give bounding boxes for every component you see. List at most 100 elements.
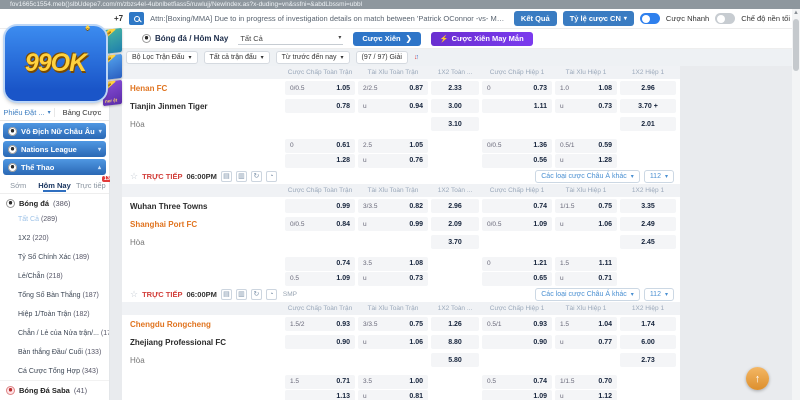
odds-cell[interactable]: u1.06 bbox=[358, 335, 428, 349]
odds-cell[interactable]: 0.90 bbox=[285, 335, 355, 349]
odds-cell[interactable]: 0.56 bbox=[482, 154, 552, 168]
sidebar-accordion-0[interactable]: Vô Địch Nữ Châu Âu▾ bbox=[3, 123, 106, 139]
odds-cell[interactable]: 0.78 bbox=[285, 99, 355, 113]
sort-odds-icon[interactable]: ↓↑ bbox=[414, 54, 417, 61]
odds-cell[interactable]: 0/0.50.84 bbox=[285, 217, 355, 231]
bet-board-tab[interactable]: Bảng Cược bbox=[55, 108, 109, 117]
odds-cell[interactable]: 0/0.51.36 bbox=[482, 139, 552, 153]
refresh-icon[interactable]: ↻ bbox=[251, 171, 262, 182]
market-list-item-2[interactable]: Tỷ Số Chính Xác (189) bbox=[0, 248, 109, 267]
odds-cell[interactable]: 1.51.04 bbox=[555, 317, 617, 331]
odds-cell[interactable]: 8.80 bbox=[431, 335, 479, 349]
refresh-icon[interactable]: ↻ bbox=[251, 289, 262, 300]
odds-cell[interactable]: u0.99 bbox=[358, 217, 428, 231]
odds-cell[interactable]: 2.01 bbox=[620, 117, 676, 131]
odds-cell[interactable]: 1.11 bbox=[482, 99, 552, 113]
sidebar-sport-football[interactable]: Bóng đá (386) bbox=[0, 194, 109, 210]
odds-cell[interactable]: 3/3.50.75 bbox=[358, 317, 428, 331]
stream-icon[interactable]: ▤ bbox=[221, 289, 232, 300]
parlay-button[interactable]: Cược Xiên❯ bbox=[353, 32, 421, 46]
odds-cell[interactable]: u1.06 bbox=[555, 217, 617, 231]
odds-cell[interactable]: 1.51.11 bbox=[555, 257, 617, 271]
league-counter[interactable]: (97 / 97) Giải bbox=[356, 51, 408, 64]
odds-cell[interactable]: 1.50.71 bbox=[285, 375, 355, 389]
odds-cell[interactable]: 0.5/10.93 bbox=[482, 317, 552, 331]
odds-cell[interactable]: 2/2.50.87 bbox=[358, 81, 428, 95]
market-list-item-0[interactable]: Tất Cả (289) bbox=[0, 210, 109, 229]
odds-cell[interactable]: 0.51.09 bbox=[285, 272, 355, 286]
browser-address-bar[interactable]: fov1665c1554.meb()slbUdepe7.com/m/zbzs4e… bbox=[0, 0, 800, 9]
bet-slip-tab[interactable]: Phiếu Đặt ...▾ bbox=[0, 108, 55, 117]
favorite-star-icon[interactable]: ☆ bbox=[130, 289, 138, 300]
odds-cell[interactable]: 6.00 bbox=[620, 335, 676, 349]
schedule-tab-2[interactable]: Trực tiếp13 bbox=[73, 181, 109, 190]
odds-cell[interactable]: u0.81 bbox=[358, 390, 428, 400]
odds-cell[interactable]: 3.51.00 bbox=[358, 375, 428, 389]
odds-cell[interactable]: 3.70 + bbox=[620, 99, 676, 113]
odds-cell[interactable]: 1/1.50.75 bbox=[555, 199, 617, 213]
market-list-item-4[interactable]: Tổng Số Bàn Thắng (187) bbox=[0, 286, 109, 305]
league-filter-select[interactable]: Tất Cả▾ bbox=[238, 33, 343, 45]
odds-cell[interactable]: 01.21 bbox=[482, 257, 552, 271]
odds-cell[interactable]: u0.94 bbox=[358, 99, 428, 113]
odds-cell[interactable]: 2.09 bbox=[431, 217, 479, 231]
stats-icon[interactable]: ▥ bbox=[236, 289, 247, 300]
odds-cell[interactable]: u0.71 bbox=[555, 272, 617, 286]
dark-mode-toggle[interactable] bbox=[715, 13, 735, 24]
quick-bet-toggle[interactable] bbox=[640, 13, 660, 24]
schedule-tab-0[interactable]: Sớm bbox=[0, 181, 36, 190]
vertical-scrollbar[interactable]: ▲ bbox=[792, 9, 800, 400]
clock-icon[interactable]: ◔ bbox=[266, 171, 277, 182]
bet-count-dropdown[interactable]: 112▾ bbox=[644, 288, 674, 301]
scrollbar-thumb[interactable] bbox=[793, 19, 799, 71]
market-list-item-3[interactable]: Lẻ/Chẵn (218) bbox=[0, 267, 109, 286]
odds-cell[interactable]: 0/0.51.05 bbox=[285, 81, 355, 95]
odds-cell[interactable]: u0.76 bbox=[358, 154, 428, 168]
odds-cell[interactable]: 0.99 bbox=[285, 199, 355, 213]
odds-cell[interactable]: 3.70 bbox=[431, 235, 479, 249]
lucky-parlay-button[interactable]: ⚡Cược Xiên May Mắn bbox=[431, 32, 533, 46]
odds-cell[interactable]: 2.73 bbox=[620, 353, 676, 367]
odds-cell[interactable]: 3/3.50.82 bbox=[358, 199, 428, 213]
odds-cell[interactable]: 1/1.50.70 bbox=[555, 375, 617, 389]
odds-cell[interactable]: 1.13 bbox=[285, 390, 355, 400]
odds-cell[interactable]: 0.50.74 bbox=[482, 375, 552, 389]
filter-dropdown-0[interactable]: Bộ Lọc Trận Đấu▾ bbox=[126, 51, 198, 64]
bet-count-dropdown[interactable]: 112▾ bbox=[644, 170, 674, 183]
odds-cell[interactable]: 2.45 bbox=[620, 235, 676, 249]
odds-cell[interactable]: 2.96 bbox=[620, 81, 676, 95]
market-list-item-1[interactable]: 1X2 (220) bbox=[0, 229, 109, 248]
favorite-star-icon[interactable]: ☆ bbox=[130, 171, 138, 182]
odds-cell[interactable]: 3.51.08 bbox=[358, 257, 428, 271]
odds-cell[interactable]: 0.74 bbox=[482, 199, 552, 213]
odds-cell[interactable]: 1.74 bbox=[620, 317, 676, 331]
odds-cell[interactable]: 2.49 bbox=[620, 217, 676, 231]
odds-cell[interactable]: u0.73 bbox=[358, 272, 428, 286]
scroll-up-arrow-icon[interactable]: ▲ bbox=[792, 9, 800, 17]
odds-cell[interactable]: 5.80 bbox=[431, 353, 479, 367]
odds-cell[interactable]: 0.90 bbox=[482, 335, 552, 349]
odds-cell[interactable]: 2.96 bbox=[431, 199, 479, 213]
market-list-item-5[interactable]: Hiệp 1/Toàn Trận (182) bbox=[0, 305, 109, 324]
odds-type-dropdown[interactable]: Tỷ lệ cược CN▾ bbox=[563, 11, 634, 26]
odds-cell[interactable]: u0.77 bbox=[555, 335, 617, 349]
odds-cell[interactable]: 1.26 bbox=[431, 317, 479, 331]
odds-cell[interactable]: 2.51.05 bbox=[358, 139, 428, 153]
search-button[interactable] bbox=[129, 12, 144, 25]
odds-cell[interactable]: 0/0.51.09 bbox=[482, 217, 552, 231]
odds-cell[interactable]: u0.73 bbox=[555, 99, 617, 113]
odds-cell[interactable]: 1.28 bbox=[285, 154, 355, 168]
odds-cell[interactable]: 1.09 bbox=[482, 390, 552, 400]
odds-cell[interactable]: 3.35 bbox=[620, 199, 676, 213]
odds-cell[interactable]: 1.5/20.93 bbox=[285, 317, 355, 331]
schedule-tab-1[interactable]: Hôm Nay bbox=[36, 181, 72, 190]
brand-logo[interactable]: 99OK ♠ bbox=[5, 26, 106, 101]
filter-dropdown-2[interactable]: Từ trước đến nay▾ bbox=[276, 51, 350, 64]
stats-icon[interactable]: ▥ bbox=[236, 171, 247, 182]
results-button[interactable]: Kết Quả bbox=[514, 11, 557, 26]
scroll-to-top-button[interactable]: ↑ bbox=[746, 367, 769, 390]
odds-cell[interactable]: 2.33 bbox=[431, 81, 479, 95]
odds-cell[interactable]: 3.00 bbox=[431, 99, 479, 113]
sidebar-sport-saba[interactable]: Bóng Đá Saba (41) bbox=[0, 380, 109, 400]
odds-cell[interactable]: 0.65 bbox=[482, 272, 552, 286]
